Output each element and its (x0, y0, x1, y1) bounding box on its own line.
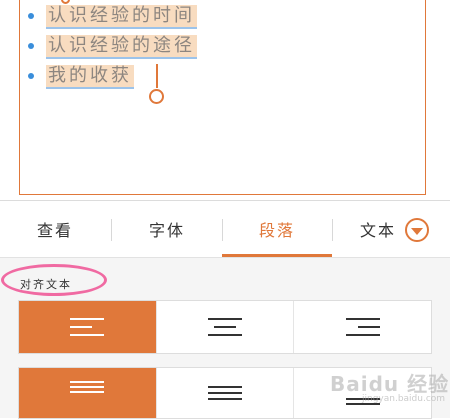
chevron-down-icon (411, 228, 423, 235)
annotation-highlight-oval (1, 264, 107, 296)
align-center-icon (208, 318, 242, 336)
bullet-icon (28, 13, 34, 19)
spacing-wide-icon (70, 381, 105, 393)
more-tabs-button[interactable] (405, 218, 429, 242)
bullet-icon (28, 43, 34, 49)
list-item[interactable]: 认识经验的途径 (28, 34, 197, 59)
list-item-text: 认识经验的途径 (46, 35, 197, 59)
align-left-icon (70, 318, 105, 336)
spacing-medium-icon (208, 386, 242, 400)
list-item[interactable]: 我的收获 (28, 64, 134, 89)
bullet-icon (28, 73, 34, 79)
list-item[interactable]: 认识经验的时间 (28, 4, 197, 29)
spacing-medium-button[interactable] (155, 368, 294, 418)
align-right-icon (345, 318, 380, 336)
tab-font[interactable]: 字体 (112, 201, 222, 257)
align-left-button[interactable] (19, 301, 156, 353)
text-box[interactable]: 认识经验的时间 认识经验的途径 我的收获 (19, 0, 426, 195)
tab-paragraph[interactable]: 段落 (222, 201, 332, 257)
active-tab-indicator (222, 254, 332, 257)
watermark-logo: Baidu 经验 (330, 372, 450, 396)
spacing-wide-button[interactable] (19, 368, 156, 418)
align-center-button[interactable] (155, 301, 294, 353)
text-cursor (156, 64, 158, 88)
watermark-url: jingyan.baidu.com (362, 394, 446, 404)
tab-bar: 查看 字体 段落 文本 (0, 201, 450, 258)
align-right-button[interactable] (293, 301, 431, 353)
document-canvas[interactable]: 认识经验的时间 认识经验的途径 我的收获 (0, 0, 450, 200)
selection-end-handle[interactable] (149, 89, 164, 104)
alignment-button-group (18, 300, 432, 354)
tab-view[interactable]: 查看 (0, 201, 110, 257)
list-item-text: 我的收获 (46, 65, 134, 89)
list-item-text: 认识经验的时间 (46, 5, 197, 29)
